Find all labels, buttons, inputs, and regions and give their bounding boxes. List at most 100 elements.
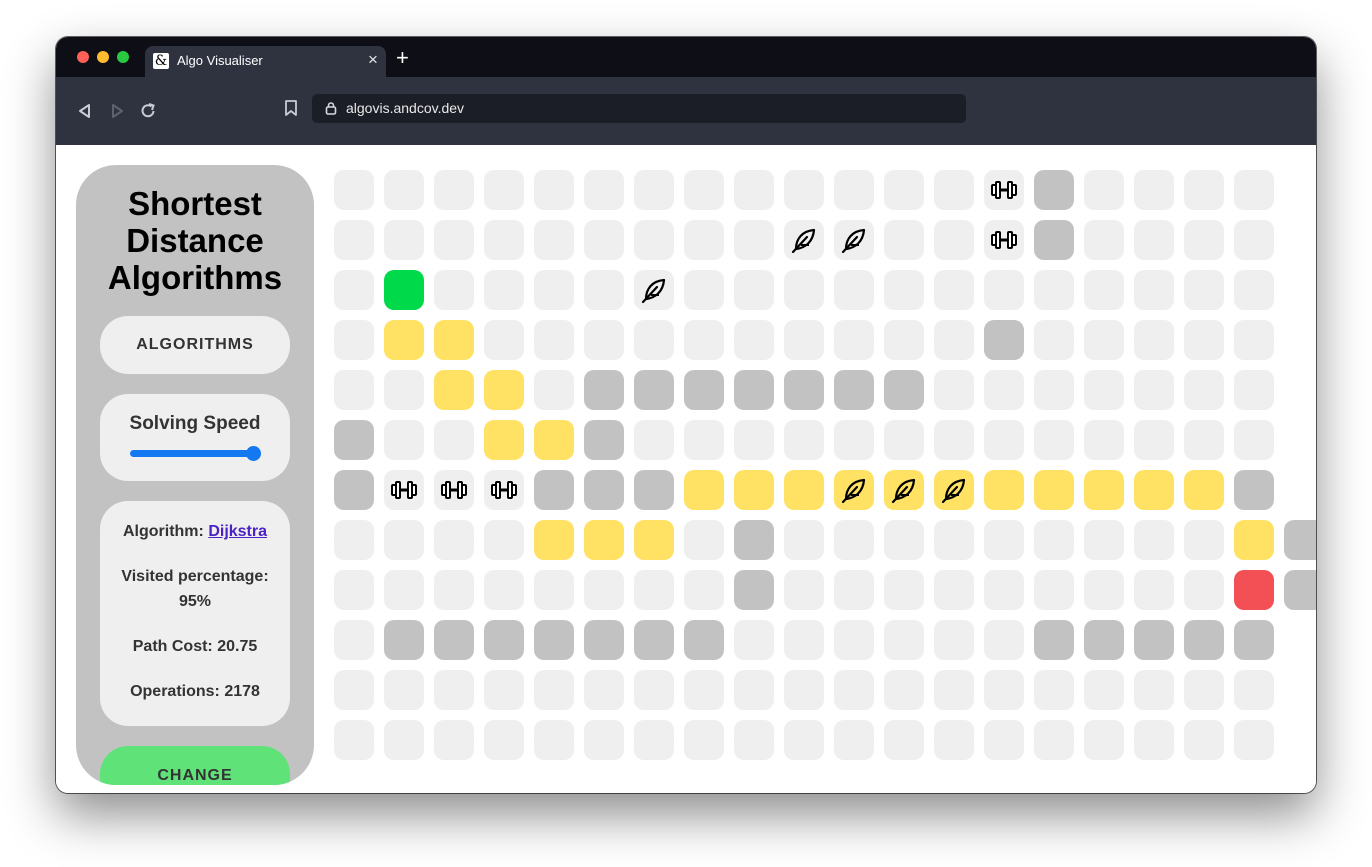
path-cell[interactable]	[984, 470, 1024, 510]
path-feather-cell[interactable]	[884, 470, 924, 510]
grid-cell[interactable]	[934, 520, 974, 560]
wall-cell[interactable]	[1034, 170, 1074, 210]
path-cell[interactable]	[484, 420, 524, 460]
grid-cell[interactable]	[1034, 420, 1074, 460]
grid-cell[interactable]	[1034, 370, 1074, 410]
grid-cell[interactable]	[1084, 370, 1124, 410]
grid-cell[interactable]	[1034, 670, 1074, 710]
grid-cell[interactable]	[1234, 270, 1274, 310]
path-cell[interactable]	[534, 420, 574, 460]
close-tab-icon[interactable]: ×	[364, 51, 382, 69]
grid-cell[interactable]	[634, 320, 674, 360]
wall-cell[interactable]	[634, 470, 674, 510]
grid-cell[interactable]	[1234, 720, 1274, 760]
grid-cell[interactable]	[634, 420, 674, 460]
grid-cell[interactable]	[1184, 370, 1224, 410]
grid-cell[interactable]	[1184, 270, 1224, 310]
wall-cell[interactable]	[1284, 520, 1316, 560]
grid-cell[interactable]	[834, 170, 874, 210]
grid-cell[interactable]	[834, 520, 874, 560]
wall-cell[interactable]	[784, 370, 824, 410]
path-cell[interactable]	[384, 320, 424, 360]
grid-cell[interactable]	[584, 570, 624, 610]
grid-cell[interactable]	[434, 170, 474, 210]
new-tab-icon[interactable]: +	[396, 47, 409, 69]
path-cell[interactable]	[434, 320, 474, 360]
path-cell[interactable]	[484, 370, 524, 410]
path-feather-cell[interactable]	[834, 470, 874, 510]
grid-cell[interactable]	[884, 320, 924, 360]
grid-cell[interactable]	[984, 520, 1024, 560]
path-cell[interactable]	[1134, 470, 1174, 510]
grid-cell[interactable]	[984, 420, 1024, 460]
grid-cell[interactable]	[1084, 570, 1124, 610]
weight-cell[interactable]	[984, 220, 1024, 260]
grid-cell[interactable]	[1034, 720, 1074, 760]
grid-cell[interactable]	[584, 270, 624, 310]
weight-cell[interactable]	[384, 470, 424, 510]
grid-cell[interactable]	[584, 220, 624, 260]
grid-cell[interactable]	[684, 520, 724, 560]
browser-tab[interactable]: & Algo Visualiser ×	[145, 46, 386, 77]
back-icon[interactable]	[75, 101, 95, 121]
grid-cell[interactable]	[684, 220, 724, 260]
grid-cell[interactable]	[534, 370, 574, 410]
grid-cell[interactable]	[784, 520, 824, 560]
grid-cell[interactable]	[634, 570, 674, 610]
wall-cell[interactable]	[1034, 620, 1074, 660]
grid-cell[interactable]	[384, 420, 424, 460]
wall-cell[interactable]	[1084, 620, 1124, 660]
reload-icon[interactable]	[138, 101, 158, 121]
grid-cell[interactable]	[1134, 420, 1174, 460]
grid-cell[interactable]	[734, 220, 774, 260]
wall-cell[interactable]	[1284, 570, 1316, 610]
path-cell[interactable]	[1184, 470, 1224, 510]
grid-cell[interactable]	[1084, 420, 1124, 460]
grid-cell[interactable]	[1034, 570, 1074, 610]
grid-cell[interactable]	[734, 420, 774, 460]
grid-cell[interactable]	[984, 720, 1024, 760]
wall-cell[interactable]	[584, 370, 624, 410]
wall-cell[interactable]	[1034, 220, 1074, 260]
grid-cell[interactable]	[584, 170, 624, 210]
grid-cell[interactable]	[1184, 320, 1224, 360]
grid-cell[interactable]	[584, 320, 624, 360]
grid-cell[interactable]	[884, 170, 924, 210]
grid-cell[interactable]	[884, 620, 924, 660]
weight-cell[interactable]	[984, 170, 1024, 210]
grid-cell[interactable]	[984, 620, 1024, 660]
grid-cell[interactable]	[434, 570, 474, 610]
grid-cell[interactable]	[1184, 170, 1224, 210]
grid-cell[interactable]	[684, 570, 724, 610]
wall-cell[interactable]	[334, 420, 374, 460]
grid-cell[interactable]	[334, 320, 374, 360]
grid-cell[interactable]	[534, 720, 574, 760]
wall-cell[interactable]	[684, 370, 724, 410]
grid-cell[interactable]	[1034, 270, 1074, 310]
grid-cell[interactable]	[934, 670, 974, 710]
address-bar[interactable]: algovis.andcov.dev	[312, 94, 966, 123]
speed-slider[interactable]	[130, 446, 261, 461]
grid-cell[interactable]	[534, 220, 574, 260]
path-cell[interactable]	[1084, 470, 1124, 510]
wall-cell[interactable]	[1184, 620, 1224, 660]
bookmark-icon[interactable]	[283, 99, 299, 117]
grid-cell[interactable]	[1084, 720, 1124, 760]
path-cell[interactable]	[634, 520, 674, 560]
grid-cell[interactable]	[834, 720, 874, 760]
wall-cell[interactable]	[384, 620, 424, 660]
grid-cell[interactable]	[484, 520, 524, 560]
grid-cell[interactable]	[384, 370, 424, 410]
grid-cell[interactable]	[634, 670, 674, 710]
path-cell[interactable]	[434, 370, 474, 410]
grid-cell[interactable]	[734, 320, 774, 360]
grid-cell[interactable]	[634, 220, 674, 260]
grid-cell[interactable]	[784, 670, 824, 710]
grid-cell[interactable]	[984, 370, 1024, 410]
speed-slider-thumb[interactable]	[246, 446, 261, 461]
minimize-window-button[interactable]	[97, 51, 109, 63]
wall-cell[interactable]	[584, 420, 624, 460]
grid-cell[interactable]	[1134, 670, 1174, 710]
grid-cell[interactable]	[1034, 320, 1074, 360]
grid-cell[interactable]	[934, 720, 974, 760]
